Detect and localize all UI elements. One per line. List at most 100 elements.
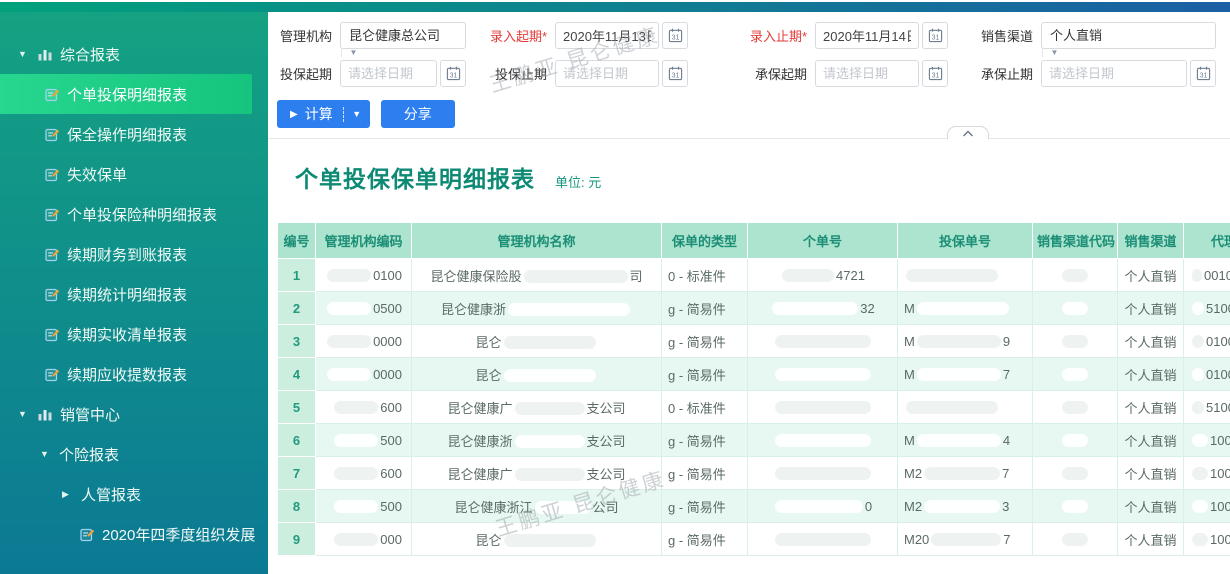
- calendar-icon[interactable]: 31: [440, 60, 466, 87]
- table-cell: [748, 424, 898, 457]
- filter-label-entry-end-date: 录入止期*: [688, 26, 815, 45]
- redaction-blob: [1192, 368, 1204, 381]
- calculate-dropdown-toggle[interactable]: ▼: [344, 109, 370, 119]
- report-icon: [45, 247, 60, 262]
- sidebar-item-人管报表[interactable]: ▶人管报表: [0, 474, 268, 514]
- redaction-blob: [327, 302, 371, 315]
- cell-text: 4721: [836, 268, 865, 283]
- cell-text: 100: [1210, 433, 1230, 448]
- calendar-icon[interactable]: 31: [1190, 60, 1216, 87]
- collapse-panel-tab[interactable]: [947, 126, 989, 139]
- sidebar-item-保全操作明细报表[interactable]: 保全操作明细报表: [0, 114, 268, 154]
- sidebar-menu: ▼ 综合报表个单投保明细报表保全操作明细报表失效保单个单投保险种明细报表续期财务到…: [0, 12, 268, 574]
- cell-text: 7: [1003, 367, 1010, 382]
- report-icon: [45, 367, 60, 382]
- redaction-blob: [772, 302, 858, 315]
- report-icon: [45, 127, 60, 142]
- entry-end-date-input[interactable]: [815, 22, 919, 49]
- column-header-管理机构名称: 管理机构名称: [412, 223, 662, 259]
- cell-text: 支公司: [587, 401, 626, 416]
- sidebar-item-个险报表[interactable]: ▼个险报表: [0, 434, 268, 474]
- redaction-blob: [1062, 434, 1088, 447]
- redaction-blob: [515, 402, 585, 415]
- sales-channel-select[interactable]: 个人直销▼: [1041, 22, 1216, 49]
- chevron-down-icon: ▼: [341, 48, 365, 57]
- redaction-blob: [1062, 269, 1088, 282]
- management-org-value: 昆仑健康总公司: [341, 28, 448, 43]
- calendar-icon[interactable]: 31: [662, 60, 688, 87]
- table-cell: [1033, 424, 1118, 457]
- cell-text: M: [904, 433, 915, 448]
- cell-text: M: [904, 367, 915, 382]
- report-table-wrap: 编号管理机构编码管理机构名称保单的类型个单号投保单号销售渠道代码销售渠道代理人 …: [277, 222, 1230, 556]
- calendar-icon[interactable]: 31: [662, 22, 688, 49]
- report-icon: [45, 287, 60, 302]
- cell-text: g - 简易件: [668, 302, 726, 317]
- calculate-button-main[interactable]: ▶ 计算: [277, 104, 343, 124]
- svg-text:31: 31: [931, 73, 939, 80]
- calendar-icon[interactable]: 31: [922, 60, 948, 87]
- sidebar-item-失效保单[interactable]: 失效保单: [0, 154, 268, 194]
- caret-down-icon: ▼: [40, 449, 51, 459]
- unit-label: 单位: 元: [555, 172, 601, 191]
- cell-text: 32: [860, 301, 874, 316]
- table-cell: 0500: [316, 292, 412, 325]
- sidebar-item-综合报表[interactable]: ▼ 综合报表: [0, 34, 268, 74]
- table-cell: M4: [898, 424, 1033, 457]
- cell-text: 0 - 标准件: [668, 269, 726, 284]
- table-cell: 0 - 标准件: [662, 391, 748, 424]
- redaction-blob: [334, 467, 378, 480]
- redaction-blob: [775, 434, 871, 447]
- redaction-blob: [924, 467, 1000, 480]
- sidebar-item-label: 保全操作明细报表: [67, 124, 187, 145]
- sidebar-item-label: 个单投保明细报表: [67, 84, 187, 105]
- redaction-blob: [1062, 533, 1088, 546]
- table-cell: [1033, 325, 1118, 358]
- table-cell: 00100: [1184, 259, 1230, 292]
- column-header-代理人: 代理人: [1184, 223, 1230, 259]
- redaction-blob: [1062, 401, 1088, 414]
- insure-end-date-input[interactable]: [555, 60, 659, 87]
- table-cell: 5100: [1184, 292, 1230, 325]
- cell-text: 600: [380, 466, 402, 481]
- sidebar-item-label: 失效保单: [67, 164, 127, 185]
- sidebar-item-个单投保险种明细报表[interactable]: 个单投保险种明细报表: [0, 194, 268, 234]
- table-cell: 100: [1184, 457, 1230, 490]
- sidebar-item-个单投保明细报表[interactable]: 个单投保明细报表: [0, 74, 252, 114]
- cell-text: M: [904, 301, 915, 316]
- caret-down-icon: ▼: [18, 49, 29, 59]
- entry-start-date-input[interactable]: [555, 22, 659, 49]
- redaction-blob: [782, 269, 834, 282]
- row-number: 8: [278, 490, 316, 523]
- sidebar-item-label: 综合报表: [60, 44, 120, 65]
- cell-text: 司: [630, 269, 643, 284]
- insure-start-date-input[interactable]: [340, 60, 437, 87]
- cell-text: 昆仑: [475, 335, 501, 350]
- bar-chart-icon: [37, 47, 53, 62]
- sidebar-item-续期应收提数报表[interactable]: 续期应收提数报表: [0, 354, 268, 394]
- redaction-blob: [1062, 335, 1088, 348]
- calendar-icon[interactable]: 31: [922, 22, 948, 49]
- redaction-blob: [535, 501, 591, 514]
- underwrite-start-date-input[interactable]: [815, 60, 919, 87]
- table-cell: M: [898, 292, 1033, 325]
- cell-text: 100: [1210, 532, 1230, 547]
- table-cell: 个人直销: [1118, 523, 1184, 556]
- table-cell: 昆仑健康广支公司: [412, 391, 662, 424]
- cell-text: g - 简易件: [668, 335, 726, 350]
- filter-label-insure-start-date: 投保起期: [277, 64, 340, 83]
- share-button[interactable]: 分享: [381, 100, 455, 128]
- sidebar-item-续期财务到账报表[interactable]: 续期财务到账报表: [0, 234, 268, 274]
- sidebar-item-2020年四季度组织发展[interactable]: 2020年四季度组织发展: [0, 514, 268, 554]
- management-org-select[interactable]: 昆仑健康总公司▼: [340, 22, 466, 49]
- calculate-button[interactable]: ▶ 计算 ▼: [277, 100, 370, 128]
- redaction-blob: [917, 368, 1001, 381]
- sidebar-item-销管中心[interactable]: ▼销管中心: [0, 394, 268, 434]
- sidebar-item-续期实收清单报表[interactable]: 续期实收清单报表: [0, 314, 268, 354]
- underwrite-end-date-input[interactable]: [1041, 60, 1187, 87]
- cell-text: 昆仑健康广: [447, 467, 512, 482]
- sidebar-item-续期统计明细报表[interactable]: 续期统计明细报表: [0, 274, 268, 314]
- calculate-button-label: 计算: [305, 104, 333, 124]
- sales-channel-value: 个人直销: [1042, 28, 1110, 43]
- table-cell: g - 简易件: [662, 523, 748, 556]
